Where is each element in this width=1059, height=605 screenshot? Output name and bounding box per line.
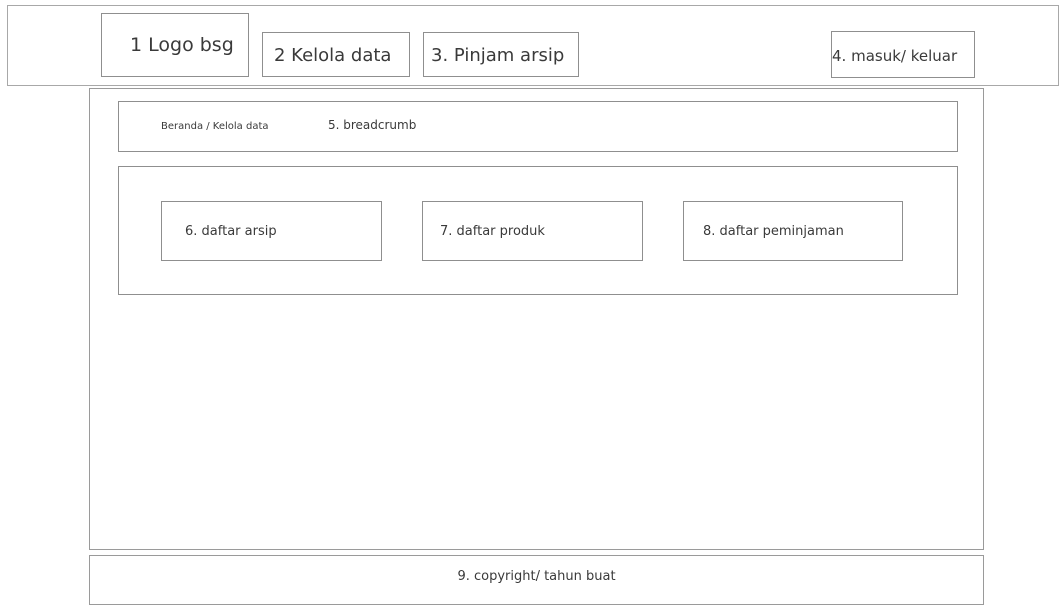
daftar-peminjaman-card[interactable]: 8. daftar peminjaman (683, 201, 903, 261)
daftar-produk-card[interactable]: 7. daftar produk (422, 201, 643, 261)
daftar-produk-label: 7. daftar produk (440, 224, 545, 239)
main-content (89, 88, 984, 550)
logo-label: 1 Logo bsg (130, 34, 234, 56)
nav-pinjam-arsip-label: 3. Pinjam arsip (431, 45, 565, 66)
nav-kelola-data-button[interactable]: 2 Kelola data (262, 32, 410, 77)
breadcrumb-trail[interactable]: Beranda / Kelola data (161, 121, 269, 132)
footer-copyright: 9. copyright/ tahun buat (457, 569, 616, 584)
daftar-peminjaman-label: 8. daftar peminjaman (703, 224, 844, 239)
nav-kelola-data-label: 2 Kelola data (274, 45, 392, 66)
login-logout-label: 4. masuk/ keluar (832, 47, 958, 65)
breadcrumb-annotation: 5. breadcrumb (328, 118, 417, 132)
breadcrumb: Beranda / Kelola data 5. breadcrumb (118, 101, 958, 152)
daftar-arsip-label: 6. daftar arsip (185, 224, 277, 239)
logo-placeholder[interactable]: 1 Logo bsg (101, 13, 249, 77)
nav-pinjam-arsip-button[interactable]: 3. Pinjam arsip (423, 32, 579, 77)
footer: 9. copyright/ tahun buat (89, 555, 984, 605)
daftar-arsip-card[interactable]: 6. daftar arsip (161, 201, 382, 261)
login-logout-button[interactable]: 4. masuk/ keluar (831, 31, 975, 78)
